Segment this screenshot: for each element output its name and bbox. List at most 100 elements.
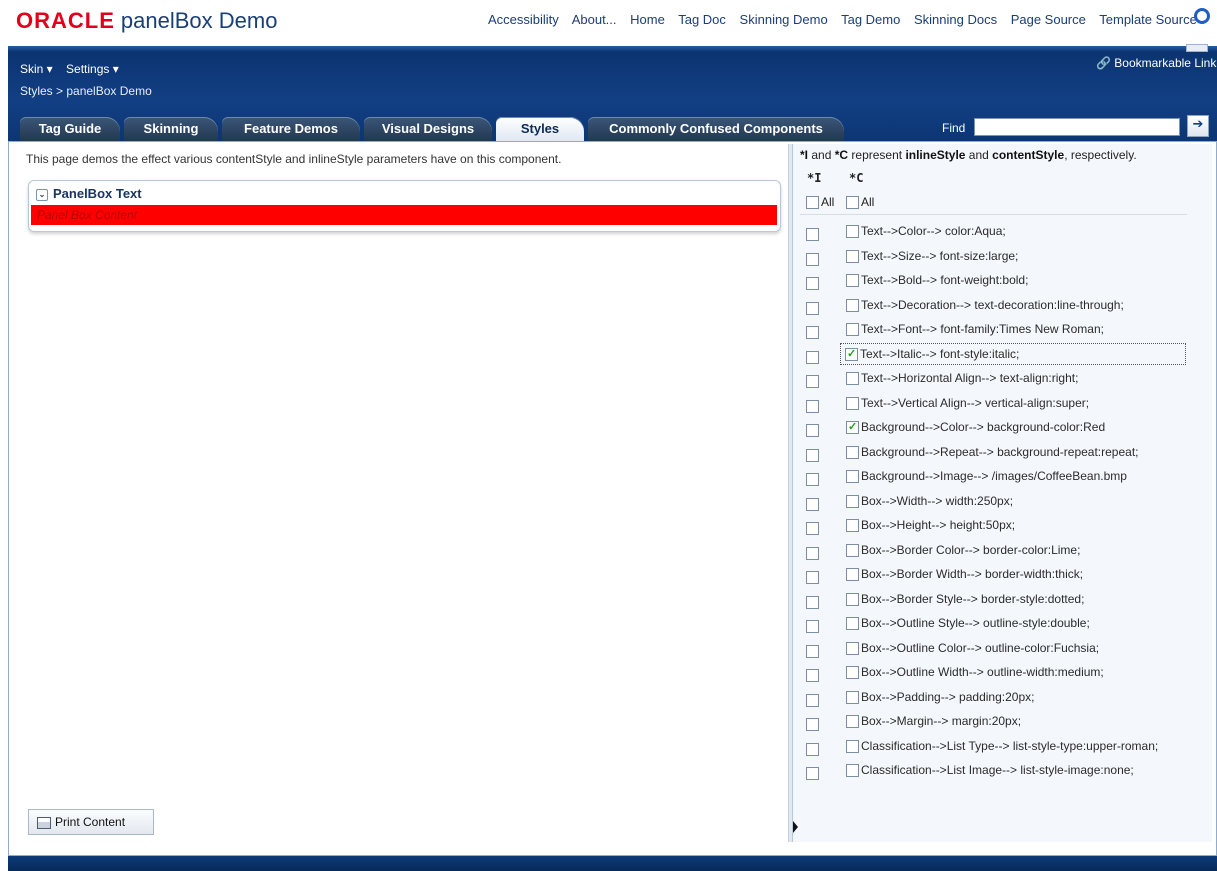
content-style-option[interactable]: Background-->Color--> background-color:R…	[846, 420, 1105, 435]
link-about[interactable]: About...	[572, 12, 617, 27]
content-style-checkbox[interactable]	[846, 543, 859, 557]
content-style-option[interactable]: Box-->Margin--> margin:20px;	[846, 714, 1021, 729]
content-style-checkbox[interactable]	[846, 739, 859, 753]
inline-style-checkbox[interactable]	[806, 448, 819, 462]
link-skinning-demo[interactable]: Skinning Demo	[740, 12, 828, 27]
tab-feature-demos[interactable]: Feature Demos	[222, 117, 360, 141]
print-content-button[interactable]: Print Content	[28, 809, 154, 835]
tab-visual-designs[interactable]: Visual Designs	[364, 117, 492, 141]
content-style-checkbox[interactable]	[846, 764, 859, 778]
content-style-option[interactable]: Background-->Image--> /images/CoffeeBean…	[846, 469, 1127, 484]
content-style-checkbox[interactable]	[846, 494, 859, 508]
content-style-option[interactable]: Text-->Size--> font-size:large;	[846, 249, 1018, 263]
inline-style-checkbox[interactable]	[806, 473, 819, 486]
select-all-content-checkbox[interactable]	[846, 196, 859, 210]
content-style-checkbox[interactable]	[846, 225, 859, 239]
content-style-checkbox[interactable]	[846, 298, 859, 312]
content-style-checkbox[interactable]	[845, 347, 858, 361]
content-style-option[interactable]: Box-->Height--> height:50px;	[846, 518, 1015, 533]
inline-style-checkbox[interactable]	[806, 326, 819, 339]
inline-style-checkbox[interactable]	[806, 424, 819, 437]
content-style-checkbox[interactable]	[846, 568, 859, 582]
search-icon[interactable]	[1194, 8, 1210, 24]
content-style-option[interactable]: Box-->Border Style--> border-style:dotte…	[846, 592, 1084, 606]
content-style-checkbox[interactable]	[846, 641, 859, 655]
content-style-option[interactable]: Box-->Outline Style--> outline-style:dou…	[846, 616, 1090, 631]
content-style-checkbox[interactable]	[846, 690, 859, 704]
content-style-checkbox[interactable]	[846, 274, 859, 288]
content-style-option[interactable]: Box-->Padding--> padding:20px;	[846, 690, 1034, 704]
link-home[interactable]: Home	[630, 12, 665, 27]
content-style-option[interactable]: Box-->Outline Color--> outline-color:Fuc…	[846, 641, 1099, 655]
link-tag-doc[interactable]: Tag Doc	[678, 12, 726, 27]
link-accessibility[interactable]: Accessibility	[488, 12, 559, 27]
splitter-arrow-icon[interactable]	[793, 821, 798, 833]
link-tag-demo[interactable]: Tag Demo	[841, 12, 900, 27]
tab-skinning[interactable]: Skinning	[124, 117, 218, 141]
breadcrumb[interactable]: Styles > panelBox Demo	[20, 84, 152, 98]
content-style-checkbox[interactable]	[846, 592, 859, 606]
content-style-checkbox[interactable]	[846, 617, 859, 631]
link-template-source[interactable]: Template Source	[1099, 12, 1197, 27]
content-style-checkbox[interactable]	[846, 372, 859, 386]
content-style-checkbox[interactable]	[846, 470, 859, 484]
content-style-option[interactable]: Box-->Width--> width:250px;	[846, 494, 1013, 508]
inline-style-checkbox[interactable]	[806, 718, 819, 731]
inline-style-checkbox[interactable]	[806, 277, 819, 290]
panel-box-header[interactable]: ⌄ PanelBox Text	[36, 186, 142, 201]
content-style-option[interactable]: Background-->Repeat--> background-repeat…	[846, 445, 1139, 459]
content-style-option[interactable]: Text-->Color--> color:Aqua;	[846, 224, 1006, 239]
select-all-inline[interactable]: All	[806, 195, 834, 210]
find-go-icon[interactable]: ➔	[1187, 115, 1209, 137]
content-style-option[interactable]: Text-->Italic--> font-style:italic;	[840, 342, 1186, 365]
content-style-option[interactable]: Text-->Bold--> font-weight:bold;	[846, 273, 1028, 288]
tab-commonly-confused[interactable]: Commonly Confused Components	[588, 117, 844, 141]
content-style-option[interactable]: Text-->Horizontal Align--> text-align:ri…	[846, 371, 1078, 386]
skin-menu[interactable]: Skin ▾	[20, 62, 53, 76]
content-style-option[interactable]: Box-->Outline Width--> outline-width:med…	[846, 665, 1104, 680]
select-all-inline-checkbox[interactable]	[806, 196, 819, 210]
inline-style-checkbox[interactable]	[806, 546, 819, 560]
inline-style-checkbox[interactable]	[806, 522, 819, 535]
find-input[interactable]	[974, 118, 1180, 136]
inline-style-checkbox[interactable]	[806, 497, 819, 511]
select-all-content[interactable]: All	[846, 195, 874, 210]
inline-style-checkbox[interactable]	[806, 644, 819, 658]
content-style-option[interactable]: Classification-->List Type--> list-style…	[846, 739, 1158, 753]
settings-menu[interactable]: Settings ▾	[66, 62, 119, 76]
inline-style-checkbox[interactable]	[806, 228, 819, 241]
inline-style-checkbox[interactable]	[806, 767, 819, 780]
inline-style-checkbox[interactable]	[806, 620, 819, 633]
content-style-option[interactable]: Text-->Vertical Align--> vertical-align:…	[846, 396, 1089, 410]
content-style-option[interactable]: Box-->Border Width--> border-width:thick…	[846, 567, 1083, 582]
content-style-checkbox[interactable]	[846, 445, 859, 459]
inline-style-checkbox[interactable]	[806, 399, 819, 413]
inline-style-checkbox[interactable]	[806, 252, 819, 266]
disclose-icon[interactable]: ⌄	[36, 188, 48, 201]
content-style-checkbox[interactable]	[846, 715, 859, 729]
inline-style-checkbox[interactable]	[806, 595, 819, 609]
content-style-checkbox[interactable]	[846, 420, 859, 435]
inline-style-checkbox[interactable]	[806, 375, 819, 388]
content-style-checkbox[interactable]	[846, 666, 859, 680]
inline-style-checkbox[interactable]	[806, 693, 819, 707]
splitter[interactable]	[788, 144, 792, 842]
content-style-checkbox[interactable]	[846, 396, 859, 410]
inline-style-checkbox[interactable]	[806, 571, 819, 584]
tab-styles[interactable]: Styles	[496, 117, 584, 141]
inline-style-checkbox[interactable]	[806, 350, 819, 364]
link-page-source[interactable]: Page Source	[1011, 12, 1086, 27]
content-style-option[interactable]: Text-->Decoration--> text-decoration:lin…	[846, 298, 1124, 312]
content-style-option[interactable]: Box-->Border Color--> border-color:Lime;	[846, 543, 1080, 557]
content-style-checkbox[interactable]	[846, 249, 859, 263]
content-style-checkbox[interactable]	[846, 519, 859, 533]
inline-style-checkbox[interactable]	[806, 301, 819, 315]
bookmarkable-link[interactable]: 🔗 Bookmarkable Link	[1096, 56, 1216, 70]
inline-style-checkbox[interactable]	[806, 742, 819, 756]
content-style-checkbox[interactable]	[846, 323, 859, 337]
content-style-option[interactable]: Classification-->List Image--> list-styl…	[846, 763, 1134, 778]
inline-style-checkbox[interactable]	[806, 669, 819, 682]
link-skinning-docs[interactable]: Skinning Docs	[914, 12, 997, 27]
tab-tag-guide[interactable]: Tag Guide	[20, 117, 120, 141]
content-style-option[interactable]: Text-->Font--> font-family:Times New Rom…	[846, 322, 1104, 337]
